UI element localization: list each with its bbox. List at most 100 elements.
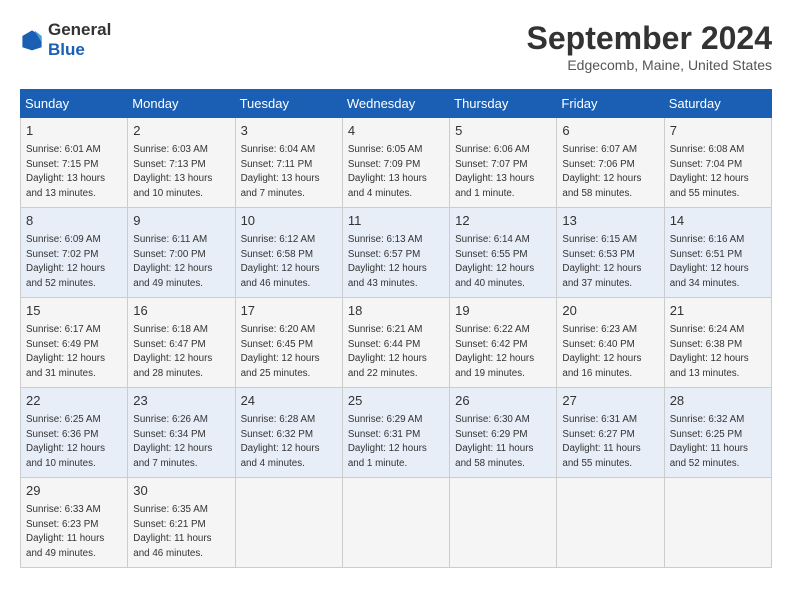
calendar-day-cell: 15 Sunrise: 6:17 AMSunset: 6:49 PMDayligh… <box>21 298 128 388</box>
weekday-header: Tuesday <box>235 90 342 118</box>
day-number: 11 <box>348 212 444 231</box>
day-info: Sunrise: 6:01 AMSunset: 7:15 PMDaylight:… <box>26 143 122 202</box>
weekday-header: Friday <box>557 90 664 118</box>
day-number: 19 <box>455 302 551 321</box>
day-info: Sunrise: 6:05 AMSunset: 7:09 PMDaylight:… <box>348 143 444 202</box>
calendar-day-cell: 5 Sunrise: 6:06 AMSunset: 7:07 PMDaylight… <box>450 118 557 208</box>
calendar-day-cell: 28 Sunrise: 6:32 AMSunset: 6:25 PMDayligh… <box>664 388 771 478</box>
calendar-day-cell: 23 Sunrise: 6:26 AMSunset: 6:34 PMDayligh… <box>128 388 235 478</box>
calendar-day-cell: 18 Sunrise: 6:21 AMSunset: 6:44 PMDayligh… <box>342 298 449 388</box>
day-number: 21 <box>670 302 766 321</box>
day-number: 30 <box>133 482 229 501</box>
day-number: 27 <box>562 392 658 411</box>
logo: General Blue <box>20 20 111 60</box>
day-info: Sunrise: 6:33 AMSunset: 6:23 PMDaylight:… <box>26 503 122 562</box>
calendar-day-cell: 19 Sunrise: 6:22 AMSunset: 6:42 PMDayligh… <box>450 298 557 388</box>
weekday-header: Saturday <box>664 90 771 118</box>
calendar-day-cell: 3 Sunrise: 6:04 AMSunset: 7:11 PMDaylight… <box>235 118 342 208</box>
calendar-day-cell: 6Sunrise: 6:07 AMSunset: 7:06 PMDaylight… <box>557 118 664 208</box>
calendar-day-cell <box>342 478 449 568</box>
day-info: Sunrise: 6:16 AMSunset: 6:51 PMDaylight:… <box>670 233 766 292</box>
calendar-day-cell: 29 Sunrise: 6:33 AMSunset: 6:23 PMDayligh… <box>21 478 128 568</box>
calendar-week-row: 1 Sunrise: 6:01 AMSunset: 7:15 PMDaylight… <box>21 118 772 208</box>
day-number: 2 <box>133 122 229 141</box>
calendar-week-row: 29 Sunrise: 6:33 AMSunset: 6:23 PMDayligh… <box>21 478 772 568</box>
day-number: 20 <box>562 302 658 321</box>
day-number: 13 <box>562 212 658 231</box>
day-info: Sunrise: 6:31 AMSunset: 6:27 PMDaylight:… <box>562 413 658 472</box>
day-number: 1 <box>26 122 122 141</box>
day-info: Sunrise: 6:15 AMSunset: 6:53 PMDaylight:… <box>562 233 658 292</box>
day-info: Sunrise: 6:11 AMSunset: 7:00 PMDaylight:… <box>133 233 229 292</box>
day-info: Sunrise: 6:21 AMSunset: 6:44 PMDaylight:… <box>348 323 444 382</box>
day-number: 25 <box>348 392 444 411</box>
day-number: 15 <box>26 302 122 321</box>
day-number: 16 <box>133 302 229 321</box>
day-info: Sunrise: 6:04 AMSunset: 7:11 PMDaylight:… <box>241 143 337 202</box>
calendar-day-cell: 27 Sunrise: 6:31 AMSunset: 6:27 PMDayligh… <box>557 388 664 478</box>
calendar-day-cell: 1 Sunrise: 6:01 AMSunset: 7:15 PMDaylight… <box>21 118 128 208</box>
calendar-day-cell: 7Sunrise: 6:08 AMSunset: 7:04 PMDaylight… <box>664 118 771 208</box>
calendar-day-cell: 17Sunrise: 6:20 AMSunset: 6:45 PMDayligh… <box>235 298 342 388</box>
day-info: Sunrise: 6:07 AMSunset: 7:06 PMDaylight:… <box>562 143 658 202</box>
weekday-header: Wednesday <box>342 90 449 118</box>
day-info: Sunrise: 6:22 AMSunset: 6:42 PMDaylight:… <box>455 323 551 382</box>
day-number: 4 <box>348 122 444 141</box>
calendar-day-cell: 8Sunrise: 6:09 AMSunset: 7:02 PMDaylight… <box>21 208 128 298</box>
calendar-week-row: 22Sunrise: 6:25 AMSunset: 6:36 PMDayligh… <box>21 388 772 478</box>
calendar-day-cell: 16 Sunrise: 6:18 AMSunset: 6:47 PMDayligh… <box>128 298 235 388</box>
calendar-day-cell <box>450 478 557 568</box>
day-info: Sunrise: 6:32 AMSunset: 6:25 PMDaylight:… <box>670 413 766 472</box>
calendar-day-cell <box>235 478 342 568</box>
day-number: 24 <box>241 392 337 411</box>
calendar-day-cell: 21 Sunrise: 6:24 AMSunset: 6:38 PMDayligh… <box>664 298 771 388</box>
day-number: 18 <box>348 302 444 321</box>
location: Edgecomb, Maine, United States <box>527 57 772 73</box>
calendar-day-cell: 9Sunrise: 6:11 AMSunset: 7:00 PMDaylight… <box>128 208 235 298</box>
weekday-header-row: SundayMondayTuesdayWednesdayThursdayFrid… <box>21 90 772 118</box>
day-info: Sunrise: 6:03 AMSunset: 7:13 PMDaylight:… <box>133 143 229 202</box>
day-info: Sunrise: 6:17 AMSunset: 6:49 PMDaylight:… <box>26 323 122 382</box>
calendar-day-cell: 30Sunrise: 6:35 AMSunset: 6:21 PMDayligh… <box>128 478 235 568</box>
calendar-day-cell: 12Sunrise: 6:14 AMSunset: 6:55 PMDayligh… <box>450 208 557 298</box>
day-info: Sunrise: 6:24 AMSunset: 6:38 PMDaylight:… <box>670 323 766 382</box>
weekday-header: Thursday <box>450 90 557 118</box>
day-number: 29 <box>26 482 122 501</box>
calendar-week-row: 8Sunrise: 6:09 AMSunset: 7:02 PMDaylight… <box>21 208 772 298</box>
day-info: Sunrise: 6:18 AMSunset: 6:47 PMDaylight:… <box>133 323 229 382</box>
day-number: 26 <box>455 392 551 411</box>
day-number: 28 <box>670 392 766 411</box>
day-number: 3 <box>241 122 337 141</box>
page-header: General Blue September 2024 Edgecomb, Ma… <box>20 20 772 73</box>
calendar-day-cell: 14 Sunrise: 6:16 AMSunset: 6:51 PMDayligh… <box>664 208 771 298</box>
day-info: Sunrise: 6:14 AMSunset: 6:55 PMDaylight:… <box>455 233 551 292</box>
day-info: Sunrise: 6:29 AMSunset: 6:31 PMDaylight:… <box>348 413 444 472</box>
day-number: 14 <box>670 212 766 231</box>
calendar-day-cell <box>557 478 664 568</box>
day-number: 8 <box>26 212 122 231</box>
weekday-header: Monday <box>128 90 235 118</box>
day-number: 5 <box>455 122 551 141</box>
logo-icon <box>20 28 44 52</box>
calendar-day-cell: 13 Sunrise: 6:15 AMSunset: 6:53 PMDayligh… <box>557 208 664 298</box>
calendar-day-cell: 11 Sunrise: 6:13 AMSunset: 6:57 PMDayligh… <box>342 208 449 298</box>
weekday-header: Sunday <box>21 90 128 118</box>
calendar-day-cell: 24Sunrise: 6:28 AMSunset: 6:32 PMDayligh… <box>235 388 342 478</box>
day-number: 10 <box>241 212 337 231</box>
day-number: 23 <box>133 392 229 411</box>
day-info: Sunrise: 6:13 AMSunset: 6:57 PMDaylight:… <box>348 233 444 292</box>
calendar-day-cell: 2 Sunrise: 6:03 AMSunset: 7:13 PMDaylight… <box>128 118 235 208</box>
day-info: Sunrise: 6:23 AMSunset: 6:40 PMDaylight:… <box>562 323 658 382</box>
calendar-week-row: 15 Sunrise: 6:17 AMSunset: 6:49 PMDayligh… <box>21 298 772 388</box>
day-info: Sunrise: 6:06 AMSunset: 7:07 PMDaylight:… <box>455 143 551 202</box>
day-info: Sunrise: 6:30 AMSunset: 6:29 PMDaylight:… <box>455 413 551 472</box>
day-info: Sunrise: 6:26 AMSunset: 6:34 PMDaylight:… <box>133 413 229 472</box>
calendar-day-cell <box>664 478 771 568</box>
logo-text: General Blue <box>48 20 111 60</box>
day-number: 17 <box>241 302 337 321</box>
calendar-day-cell: 20 Sunrise: 6:23 AMSunset: 6:40 PMDayligh… <box>557 298 664 388</box>
day-info: Sunrise: 6:12 AMSunset: 6:58 PMDaylight:… <box>241 233 337 292</box>
calendar-day-cell: 10 Sunrise: 6:12 AMSunset: 6:58 PMDayligh… <box>235 208 342 298</box>
calendar-day-cell: 26 Sunrise: 6:30 AMSunset: 6:29 PMDayligh… <box>450 388 557 478</box>
calendar-day-cell: 22Sunrise: 6:25 AMSunset: 6:36 PMDayligh… <box>21 388 128 478</box>
